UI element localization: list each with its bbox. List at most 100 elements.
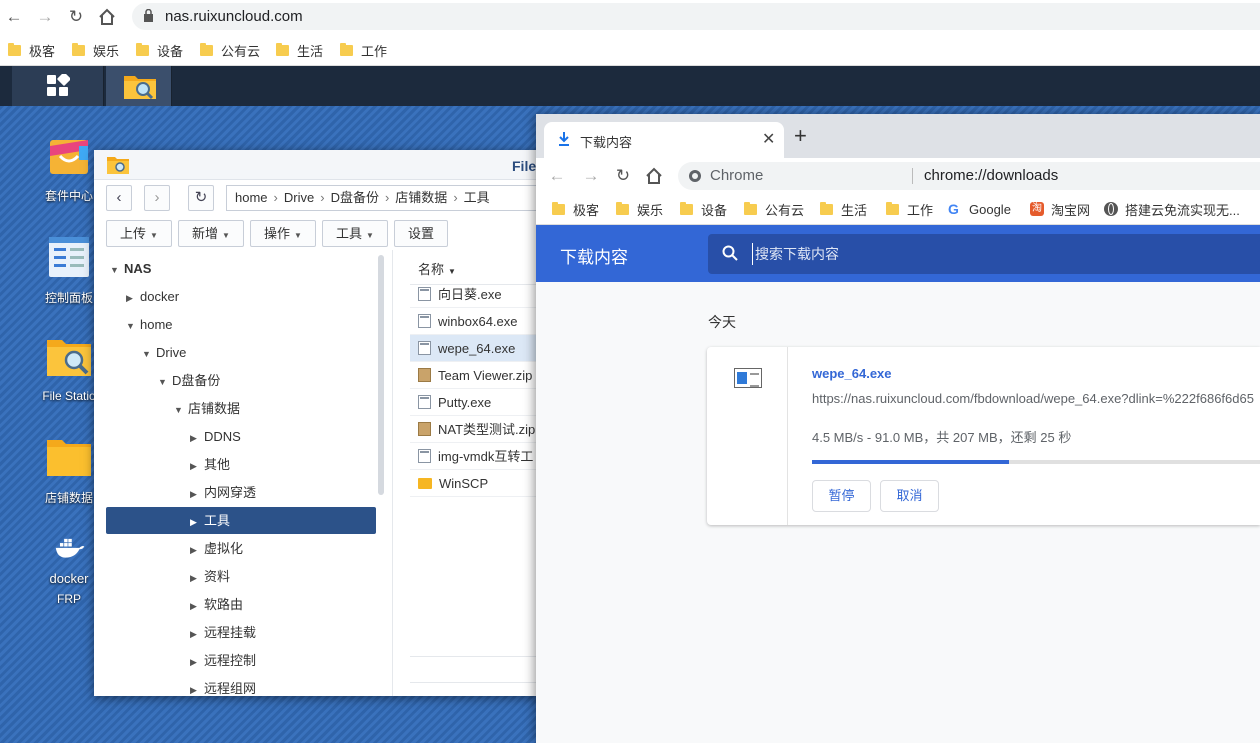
caret-right-icon: ▶ xyxy=(190,433,197,443)
bookmark-item[interactable]: 设备 xyxy=(680,200,727,218)
caret-down-icon: ▼ xyxy=(126,321,135,331)
tree-item-materials[interactable]: ▶ 资料 xyxy=(106,563,376,590)
tree-scrollbar[interactable] xyxy=(378,255,384,495)
file-icon xyxy=(418,395,431,409)
tree-item-virtualization[interactable]: ▶ 虚拟化 xyxy=(106,535,376,562)
file-station-titlebar[interactable]: File xyxy=(94,150,544,180)
file-icon xyxy=(418,314,431,328)
tree-item-docker[interactable]: ▶ docker xyxy=(106,283,376,310)
breadcrumb-item[interactable]: 工具 xyxy=(464,190,490,205)
pause-button[interactable]: 暂停 xyxy=(812,480,871,512)
bookmark-item[interactable]: 搭建云免流实现无... xyxy=(1104,200,1240,218)
action-button[interactable]: 操作 ▼ xyxy=(250,220,316,247)
bookmark-item[interactable]: 工作 xyxy=(886,200,933,218)
file-row[interactable]: 向日葵.exe xyxy=(410,281,544,308)
file-row[interactable]: Putty.exe xyxy=(410,389,544,416)
bookmark-item[interactable]: 极客 xyxy=(552,200,599,218)
file-station-window: File ‹ › ↻ home › Drive › D盘备份 › 店铺数据 › 工具 上传 ▼ 新… xyxy=(94,150,546,696)
file-row[interactable]: wepe_64.exe xyxy=(410,335,544,362)
back-button[interactable]: ‹ xyxy=(106,185,132,211)
outer-bookmarks-bar: 极客 娱乐 设备 公有云 生活 工作 xyxy=(0,34,1260,66)
chrome-address-bar[interactable]: Chrome chrome://downloads xyxy=(678,162,1260,190)
new-button[interactable]: 新增 ▼ xyxy=(178,220,244,247)
file-row[interactable]: WinSCP xyxy=(410,470,544,497)
new-tab-icon[interactable]: + xyxy=(794,125,807,147)
file-row[interactable]: Team Viewer.zip xyxy=(410,362,544,389)
taskbar-file-station[interactable] xyxy=(106,66,172,106)
bookmark-item[interactable]: 生活 xyxy=(820,200,867,218)
tree-item-remote-network[interactable]: ▶ 远程组网 xyxy=(106,675,376,696)
tools-button[interactable]: 工具 ▼ xyxy=(322,220,388,247)
chrome-tab-strip: 下载内容 ✕ + xyxy=(536,114,1260,158)
file-row[interactable]: winbox64.exe xyxy=(410,308,544,335)
caret-right-icon: ▶ xyxy=(190,517,197,527)
main-menu-button[interactable] xyxy=(12,66,104,106)
pane-divider[interactable] xyxy=(392,250,393,696)
tree-item-drive[interactable]: ▼ Drive xyxy=(106,339,376,366)
folder-tree: ▼ NAS ▶ docker ▼ home ▼ Drive ▼ D盘备份 ▼ 店铺数据 ▶ D… xyxy=(106,255,376,696)
bookmark-item[interactable]: 公有云 xyxy=(200,41,260,59)
outer-browser-toolbar: ← → ↻ nas.ruixuncloud.com xyxy=(0,0,1260,34)
home-icon[interactable] xyxy=(96,6,118,28)
breadcrumb-item[interactable]: home xyxy=(235,190,268,205)
cancel-button[interactable]: 取消 xyxy=(880,480,939,512)
bookmark-item[interactable]: 娱乐 xyxy=(72,41,119,59)
bookmark-item[interactable]: 淘淘宝网 xyxy=(1030,200,1090,218)
control-panel-icon xyxy=(49,237,89,277)
bookmark-item[interactable]: G Google xyxy=(948,200,1011,218)
forward-arrow-icon[interactable]: → xyxy=(34,6,56,28)
downloads-search[interactable] xyxy=(708,234,1260,274)
bookmark-item[interactable]: 工作 xyxy=(340,41,387,59)
bookmark-item[interactable]: 娱乐 xyxy=(616,200,663,218)
grid-icon xyxy=(47,74,70,96)
tree-item-home[interactable]: ▼ home xyxy=(106,311,376,338)
download-source-url[interactable]: https://nas.ruixuncloud.com/fbdownload/w… xyxy=(812,391,1260,406)
tree-item-remote-control[interactable]: ▶ 远程控制 xyxy=(106,647,376,674)
exe-file-icon xyxy=(734,368,762,388)
close-tab-icon[interactable]: ✕ xyxy=(762,129,775,149)
globe-icon xyxy=(1104,202,1118,216)
folder-icon xyxy=(744,201,757,215)
download-filename-link[interactable]: wepe_64.exe xyxy=(812,366,892,381)
upload-button[interactable]: 上传 ▼ xyxy=(106,220,172,247)
settings-button[interactable]: 设置 xyxy=(394,220,448,247)
tree-item-ddns[interactable]: ▶ DDNS xyxy=(106,423,376,450)
caret-down-icon: ▼ xyxy=(142,349,151,359)
forward-arrow-icon[interactable]: → xyxy=(580,165,602,187)
back-arrow-icon[interactable]: ← xyxy=(546,165,568,187)
caret-right-icon: ▶ xyxy=(190,489,197,499)
breadcrumb-item[interactable]: D盘备份 xyxy=(331,190,379,205)
breadcrumb-item[interactable]: Drive xyxy=(284,190,314,205)
bookmark-item[interactable]: 生活 xyxy=(276,41,323,59)
list-separator xyxy=(410,656,544,657)
tree-item-nat-traversal[interactable]: ▶ 内网穿透 xyxy=(106,479,376,506)
file-row[interactable]: NAT类型测试.zip xyxy=(410,416,544,443)
chevron-right-icon: › xyxy=(154,189,160,206)
omnibox-separator xyxy=(912,168,913,184)
folder-icon xyxy=(616,201,629,215)
tree-item-d-backup[interactable]: ▼ D盘备份 xyxy=(106,367,376,394)
path-breadcrumb[interactable]: home › Drive › D盘备份 › 店铺数据 › 工具 xyxy=(226,185,546,211)
search-input[interactable] xyxy=(752,243,1232,265)
date-group-label: 今天 xyxy=(708,314,736,330)
forward-button[interactable]: › xyxy=(144,185,170,211)
breadcrumb-separator-icon: › xyxy=(273,190,278,205)
tab-downloads[interactable]: 下载内容 ✕ xyxy=(544,122,784,158)
tree-item-remote-mount[interactable]: ▶ 远程挂载 xyxy=(106,619,376,646)
tree-item-tools[interactable]: ▶ 工具 xyxy=(106,507,376,534)
tree-item-nas[interactable]: ▼ NAS xyxy=(106,255,376,282)
reload-icon[interactable]: ↻ xyxy=(612,165,634,187)
back-arrow-icon[interactable]: ← xyxy=(3,6,25,28)
tree-item-other[interactable]: ▶ 其他 xyxy=(106,451,376,478)
bookmark-item[interactable]: 设备 xyxy=(136,41,183,59)
breadcrumb-item[interactable]: 店铺数据 xyxy=(395,190,447,205)
file-row[interactable]: img-vmdk互转工 xyxy=(410,443,544,470)
reload-icon[interactable]: ↻ xyxy=(65,6,87,28)
tree-item-shop-data[interactable]: ▼ 店铺数据 xyxy=(106,395,376,422)
outer-address-bar[interactable]: nas.ruixuncloud.com xyxy=(132,3,1260,30)
home-icon[interactable] xyxy=(643,165,665,187)
bookmark-item[interactable]: 极客 xyxy=(8,41,55,59)
tree-item-soft-router[interactable]: ▶ 软路由 xyxy=(106,591,376,618)
refresh-button[interactable]: ↻ xyxy=(188,185,214,211)
bookmark-item[interactable]: 公有云 xyxy=(744,200,804,218)
